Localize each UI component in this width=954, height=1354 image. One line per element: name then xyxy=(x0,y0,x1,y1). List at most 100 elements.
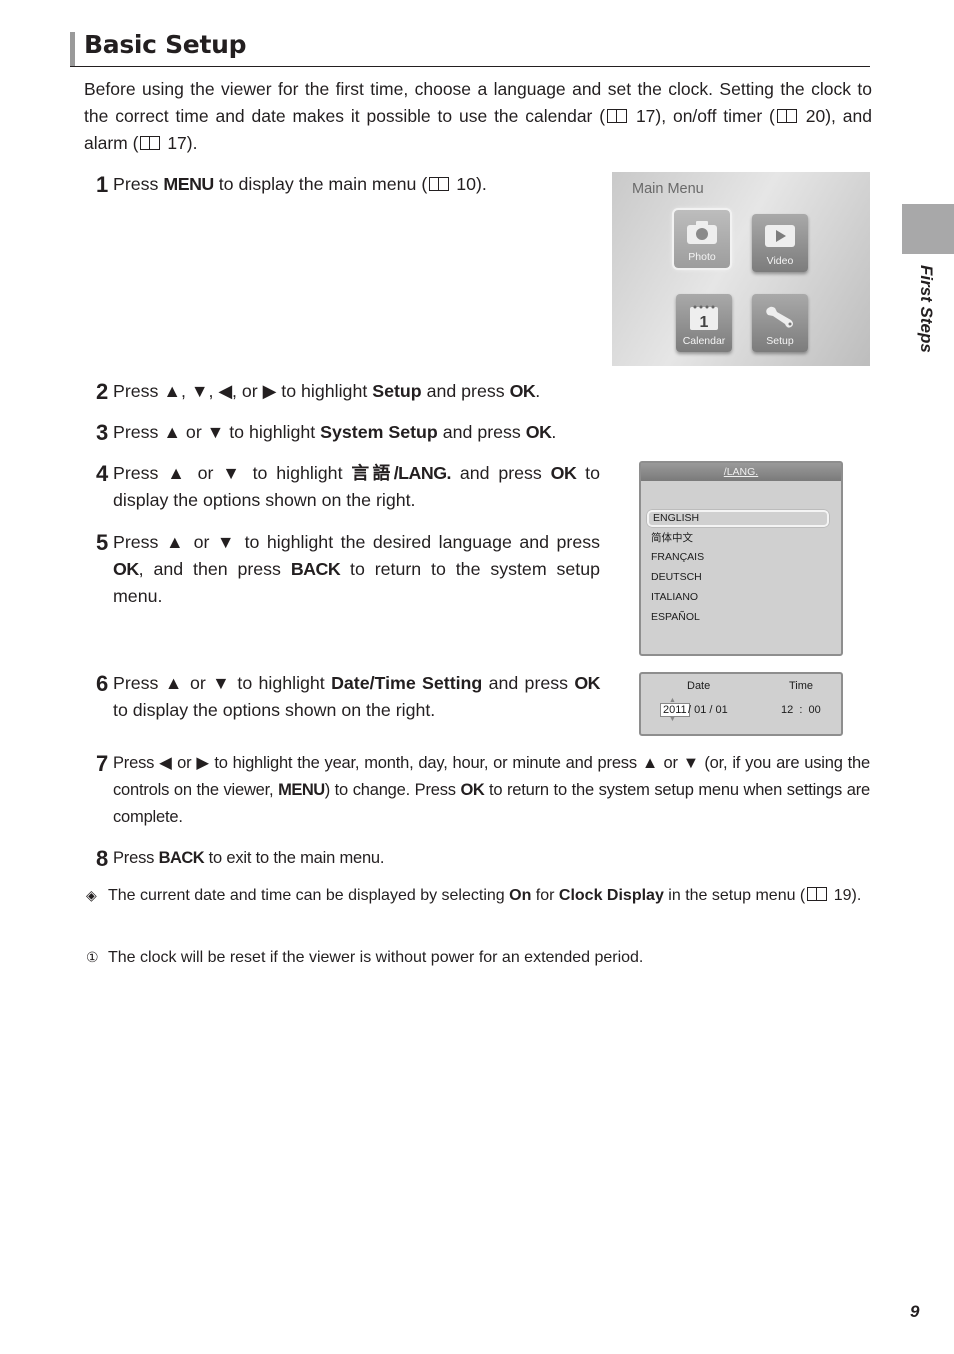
year-field: 2011 xyxy=(660,703,690,717)
key-menu: MENU xyxy=(278,781,325,799)
step-text: Press ▲, ▼, ◀, or ▶ to highlight xyxy=(113,381,373,401)
menu-item-name: System Setup xyxy=(320,422,438,442)
book-ref-icon xyxy=(607,109,628,123)
tile-video: Video xyxy=(752,214,808,272)
step-number: 4 xyxy=(96,461,109,486)
note-text: for xyxy=(531,887,559,904)
play-icon xyxy=(765,225,795,247)
language-screenshot: /LANG. ENGLISH 简体中文 FRANÇAIS DEUTSCH ITA… xyxy=(639,461,843,656)
key-menu: MENU xyxy=(163,174,214,194)
step-text: 10). xyxy=(456,174,487,194)
caution-note: ① The clock will be reset if the viewer … xyxy=(86,945,870,970)
step-number: 5 xyxy=(96,530,109,555)
step-text: Press xyxy=(113,849,159,867)
datetime-screenshot: Date Time ▲ 2011 / 01 / 01 ▼ 12 : 00 xyxy=(639,672,843,736)
step-text: . xyxy=(551,422,557,442)
main-menu-title: Main Menu xyxy=(632,181,704,197)
key-ok: OK xyxy=(113,559,139,579)
step-text: Press ▲ or ▼ to highlight xyxy=(113,422,321,442)
step-5: 5 Press ▲ or ▼ to highlight the desired … xyxy=(96,529,600,610)
key-ok: OK xyxy=(525,422,552,442)
menu-item-name: Date/Time Setting xyxy=(331,673,483,693)
step-text: Press ▲ or ▼ to highlight xyxy=(113,673,332,693)
key-ok: OK xyxy=(509,381,536,401)
step-text: and press xyxy=(421,381,510,401)
camera-icon xyxy=(687,221,717,244)
step-number: 2 xyxy=(96,379,109,404)
section-tab-label: First Steps xyxy=(917,265,936,353)
key-back: BACK xyxy=(290,559,341,579)
intro-text: 17), on/off timer ( xyxy=(635,106,775,126)
step-text: Press ▲ or ▼ to highlight xyxy=(113,463,352,483)
step-1: 1 Press MENU to display the main menu ( … xyxy=(96,171,526,198)
key-ok: OK xyxy=(574,673,601,693)
time-value: 12 : 00 xyxy=(781,704,821,716)
step-text: . xyxy=(535,381,541,401)
step-number: 1 xyxy=(96,172,109,197)
month-day-value: / 01 / 01 xyxy=(688,704,728,716)
step-text: Press ▲ or ▼ to highlight the desired la… xyxy=(113,532,600,552)
step-number: 8 xyxy=(96,846,109,871)
tip-note: ◈ The current date and time can be displ… xyxy=(86,883,870,908)
note-text: in the setup menu ( xyxy=(663,887,806,904)
svg-text:1: 1 xyxy=(700,314,709,331)
menu-item-name: Setup xyxy=(372,381,422,401)
lang-option: ITALIANO xyxy=(651,591,699,603)
down-arrow-icon: ▼ xyxy=(669,716,676,723)
section-tab-marker xyxy=(902,204,954,254)
lang-option: 简体中文 xyxy=(651,532,693,544)
step-number: 3 xyxy=(96,420,109,445)
step-text: ) to change. Press xyxy=(324,781,461,799)
tile-label: Video xyxy=(766,255,794,267)
lang-option: ESPAÑOL xyxy=(651,611,700,623)
title-bar: Basic Setup xyxy=(70,30,870,67)
caution-icon: ① xyxy=(86,949,99,965)
step-6: 6 Press ▲ or ▼ to highlight Date/Time Se… xyxy=(96,670,601,724)
step-text: and press xyxy=(482,673,575,693)
wrench-icon xyxy=(766,306,793,328)
lang-header: /LANG. xyxy=(641,463,841,481)
step-text: to exit to the main menu. xyxy=(204,849,385,867)
tile-label: Setup xyxy=(766,335,794,347)
tile-calendar: 1 Calendar xyxy=(676,294,732,352)
book-ref-icon xyxy=(140,136,161,150)
step-text: and press xyxy=(437,422,526,442)
calendar-icon: 1 xyxy=(690,305,718,331)
tile-label: Photo xyxy=(688,251,716,263)
intro-text: 17). xyxy=(167,133,198,153)
note-text: The current date and time can be display… xyxy=(108,887,510,904)
step-text: , and then press xyxy=(138,559,291,579)
title-marker xyxy=(70,32,75,66)
step-3: 3 Press ▲ or ▼ to highlight System Setup… xyxy=(96,419,616,446)
step-8: 8 Press BACK to exit to the main menu. xyxy=(96,845,870,872)
key-ok: OK xyxy=(460,781,485,799)
date-label: Date xyxy=(687,680,711,692)
key-ok: OK xyxy=(550,463,577,483)
step-2: 2 Press ▲, ▼, ◀, or ▶ to highlight Setup… xyxy=(96,378,616,405)
tile-label: Calendar xyxy=(682,335,726,347)
step-text: and press xyxy=(450,463,551,483)
note-text: 19). xyxy=(833,887,862,904)
book-ref-icon xyxy=(429,177,450,191)
time-label: Time xyxy=(789,680,814,692)
menu-item-name: 言語/LANG. xyxy=(351,463,451,483)
step-number: 7 xyxy=(96,751,109,776)
step-4: 4 Press ▲ or ▼ to highlight 言語/LANG. and… xyxy=(96,460,600,514)
lang-option: FRANÇAIS xyxy=(651,551,705,563)
page-number: 9 xyxy=(910,1302,920,1321)
tile-setup: Setup xyxy=(752,294,808,352)
setting-name: Clock Display xyxy=(558,887,664,904)
key-back: BACK xyxy=(158,849,205,867)
step-text: to display the main menu ( xyxy=(213,174,428,194)
step-text: Press xyxy=(113,174,164,194)
main-menu-screenshot: Main Menu Photo Video 1 Calendar Setup xyxy=(612,172,870,366)
lang-option-selected: ENGLISH xyxy=(647,510,829,527)
tile-photo: Photo xyxy=(672,208,732,270)
book-ref-icon xyxy=(807,887,828,901)
intro-paragraph: Before using the viewer for the first ti… xyxy=(84,76,872,157)
step-number: 6 xyxy=(96,671,109,696)
note-text: The clock will be reset if the viewer is… xyxy=(108,949,644,966)
step-7: 7 Press ◀ or ▶ to highlight the year, mo… xyxy=(96,750,870,831)
book-ref-icon xyxy=(776,109,797,123)
step-text: to display the options shown on the righ… xyxy=(113,700,436,720)
